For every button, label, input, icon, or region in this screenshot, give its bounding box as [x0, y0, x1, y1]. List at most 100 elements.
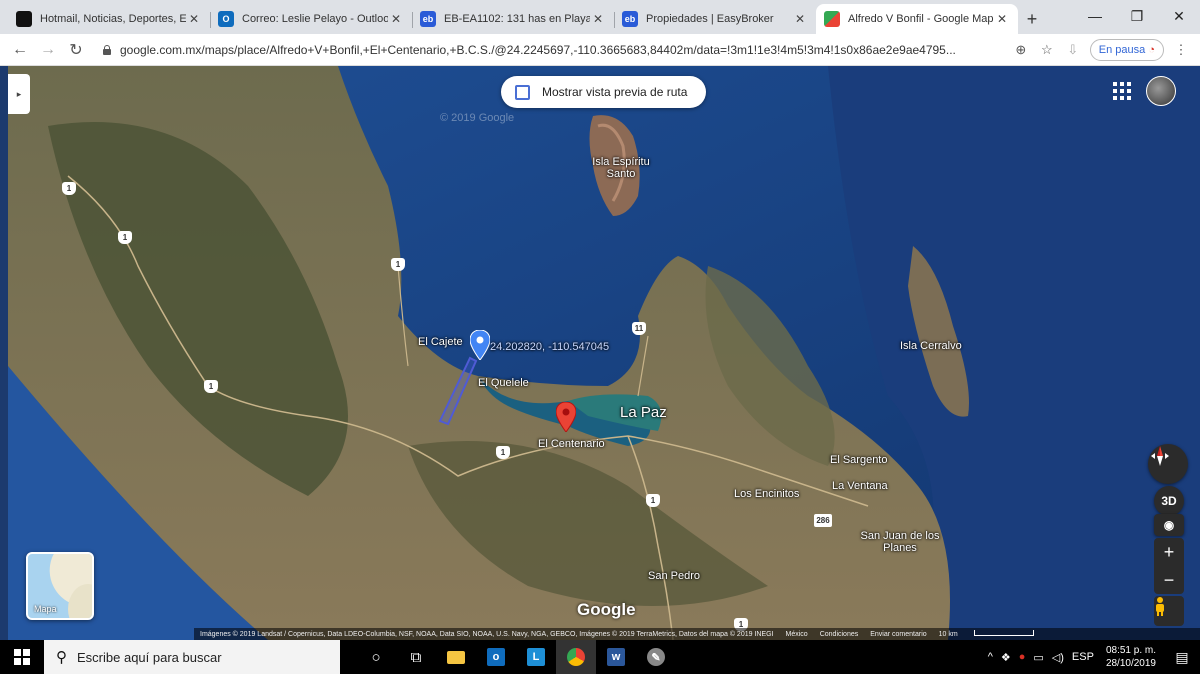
chrome-app-icon[interactable] [556, 640, 596, 674]
search-placeholder: Escribe aquí para buscar [77, 649, 222, 665]
place-label: Los Encinitos [734, 488, 800, 500]
route-preview-label: Mostrar vista previa de ruta [542, 85, 688, 99]
feedback-link[interactable]: Enviar comentario [870, 631, 926, 638]
place-label: La Paz [620, 404, 667, 421]
volume-icon[interactable]: ◁) [1052, 651, 1064, 664]
red-location-pin-icon[interactable] [556, 402, 576, 432]
zoom-controls: + − [1154, 538, 1184, 594]
address-bar[interactable]: google.com.mx/maps/place/Alfredo+V+Bonfi… [96, 37, 1002, 63]
msn-icon [16, 11, 32, 27]
blue-location-pin-icon[interactable] [470, 330, 490, 360]
back-icon[interactable]: ← [6, 36, 34, 64]
compass-icon[interactable] [1148, 444, 1188, 484]
tab-title: Correo: Leslie Pelayo - Outlook [242, 13, 388, 25]
place-label: San Pedro [648, 570, 700, 582]
search-icon: ⚲ [56, 649, 67, 666]
windows-start-icon[interactable] [0, 640, 44, 674]
pegman-icon[interactable] [1154, 596, 1184, 626]
attribution-text: Imágenes © 2019 Landsat / Copernicus, Da… [200, 630, 774, 638]
place-label: Isla Cerralvo [900, 340, 962, 352]
forward-icon[interactable]: → [34, 36, 62, 64]
place-label: El Sargento [830, 454, 888, 466]
map-type-switcher[interactable]: Mapa [26, 552, 94, 620]
satellite-imagery [8, 66, 1200, 640]
tab-title: Hotmail, Noticias, Deportes, Er [40, 13, 186, 25]
cortana-icon[interactable]: ○ [356, 640, 396, 674]
chevron-up-icon[interactable]: ^ [988, 651, 993, 663]
taskbar-search-box[interactable]: ⚲ Escribe aquí para buscar [44, 640, 340, 674]
zoom-out-button[interactable]: − [1154, 566, 1184, 594]
install-icon[interactable]: ⊕ [1008, 37, 1034, 63]
window-controls: — ❐ ✕ [1074, 0, 1200, 32]
restore-icon[interactable]: ❐ [1116, 0, 1158, 32]
lock-icon [102, 44, 112, 55]
extension-icon[interactable]: ⇩ [1060, 37, 1086, 63]
tab-easybroker-listing[interactable]: eb EB-EA1102: 131 has en Playas ✕ [412, 4, 614, 34]
close-icon[interactable]: ✕ [994, 12, 1010, 26]
clock-time: 08:51 p. m. [1105, 645, 1156, 656]
close-icon[interactable]: ✕ [590, 12, 606, 26]
clock-date: 28/10/2019 [1105, 658, 1156, 669]
sync-paused-button[interactable]: En pausa ◔ [1089, 38, 1164, 61]
tab-easybroker-properties[interactable]: eb Propiedades | EasyBroker ✕ [614, 4, 816, 34]
lync-app-icon[interactable]: L [516, 640, 556, 674]
coordinates-label: 24.202820, -110.547045 [490, 341, 610, 353]
highway-shield: 1 [62, 182, 76, 195]
clock[interactable]: 08:51 p. m. 28/10/2019 [1106, 644, 1156, 670]
close-icon[interactable]: ✕ [792, 12, 808, 26]
tab-msn[interactable]: Hotmail, Noticias, Deportes, Er ✕ [8, 4, 210, 34]
checkbox-icon[interactable] [515, 84, 530, 100]
map-canvas[interactable]: ▸ Mostrar vista previa de ruta © 2019 Go… [8, 66, 1200, 640]
close-icon[interactable]: ✕ [388, 12, 404, 26]
tab-title: Alfredo V Bonfil - Google Map [848, 13, 994, 25]
easybroker-icon: eb [420, 11, 436, 27]
place-label: Isla Espíritu Santo [592, 156, 650, 180]
country-link[interactable]: México [786, 631, 808, 638]
place-label: San Juan de los Planes [860, 530, 940, 554]
outlook-app-icon[interactable]: o [476, 640, 516, 674]
zoom-in-button[interactable]: + [1154, 538, 1184, 566]
profile-icon: ◔ [1148, 43, 1155, 56]
dropbox-icon[interactable]: ❖ [1001, 651, 1011, 664]
google-apps-icon[interactable] [1113, 82, 1131, 100]
highway-shield: 1 [391, 258, 405, 271]
terms-link[interactable]: Condiciones [820, 631, 859, 638]
map-type-label: Mapa [34, 604, 57, 614]
highway-shield: 11 [632, 322, 646, 335]
file-explorer-icon[interactable] [436, 640, 476, 674]
bookmark-star-icon[interactable]: ☆ [1034, 37, 1060, 63]
map-attribution-bar: Imágenes © 2019 Landsat / Copernicus, Da… [194, 628, 1200, 640]
system-tray: ^ ❖ ● ▭ ◁) ESP 08:51 p. m. 28/10/2019 ▤ [984, 640, 1200, 674]
my-location-icon[interactable]: ◉ [1154, 514, 1184, 536]
close-window-icon[interactable]: ✕ [1158, 0, 1200, 32]
reload-icon[interactable]: ↻ [62, 36, 90, 64]
url-text: google.com.mx/maps/place/Alfredo+V+Bonfi… [120, 42, 956, 57]
route-preview-toggle[interactable]: Mostrar vista previa de ruta [501, 76, 706, 108]
task-view-icon[interactable]: ⧉ [396, 640, 436, 674]
network-icon[interactable]: ▭ [1033, 651, 1043, 664]
antivirus-icon[interactable]: ● [1019, 651, 1026, 663]
tab-outlook[interactable]: O Correo: Leslie Pelayo - Outlook ✕ [210, 4, 412, 34]
3d-button[interactable]: 3D [1154, 486, 1184, 516]
browser-tab-strip: Hotmail, Noticias, Deportes, Er ✕ O Corr… [0, 0, 1200, 34]
tab-google-maps[interactable]: Alfredo V Bonfil - Google Map ✕ [816, 4, 1018, 34]
account-avatar[interactable] [1146, 76, 1176, 106]
outlook-icon: O [218, 11, 234, 27]
highway-shield: 1 [646, 494, 660, 507]
screen: Hotmail, Noticias, Deportes, Er ✕ O Corr… [0, 0, 1200, 674]
language-indicator[interactable]: ESP [1072, 651, 1094, 663]
menu-kebab-icon[interactable]: ⋮ [1168, 37, 1194, 63]
place-label: El Centenario [538, 438, 605, 450]
collapse-side-panel-button[interactable]: ▸ [8, 74, 30, 114]
paint-app-icon[interactable]: ✎ [636, 640, 676, 674]
notification-center-icon[interactable]: ▤ [1164, 640, 1200, 674]
highway-shield: 1 [496, 446, 510, 459]
easybroker-icon: eb [622, 11, 638, 27]
google-maps-icon [824, 11, 840, 27]
minimize-icon[interactable]: — [1074, 0, 1116, 32]
close-icon[interactable]: ✕ [186, 12, 202, 26]
new-tab-button[interactable]: + [1018, 4, 1046, 34]
scale-label[interactable]: 10 km [939, 630, 1046, 638]
place-label: El Quelele [478, 377, 529, 389]
word-app-icon[interactable]: w [596, 640, 636, 674]
